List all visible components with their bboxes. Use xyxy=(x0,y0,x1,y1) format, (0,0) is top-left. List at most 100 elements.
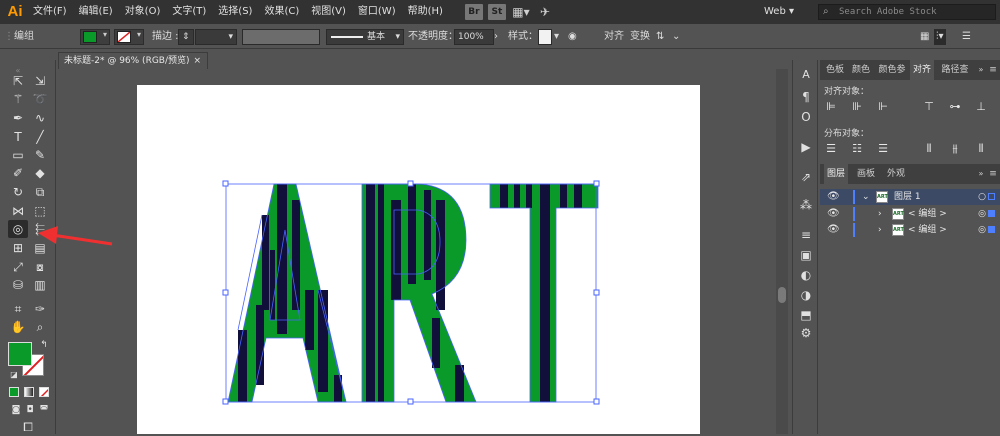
chevron-down-icon[interactable]: ⌄ xyxy=(862,189,870,205)
selection-indicator[interactable] xyxy=(988,193,995,200)
selection-indicator[interactable] xyxy=(988,226,995,233)
align-objects-label: 对齐对象： xyxy=(824,87,870,97)
stripe xyxy=(318,290,328,392)
layer-color-bar xyxy=(853,190,855,204)
stripe xyxy=(378,184,384,402)
art-lettering[interactable] xyxy=(227,183,599,403)
tab-color[interactable]: 颜色 xyxy=(850,60,872,80)
layer-row[interactable]: 👁 › ART < 编组 > ◎ xyxy=(820,206,1000,222)
stripe xyxy=(455,365,464,402)
gradient-panel-icon[interactable]: ▣ xyxy=(797,246,815,264)
stripe xyxy=(238,330,247,402)
target-icon[interactable]: ○ xyxy=(978,189,986,205)
layer-row[interactable]: 👁 › ART < 编组 > ◎ xyxy=(820,222,1000,238)
stripe xyxy=(292,200,300,310)
resize-handle[interactable] xyxy=(593,398,600,405)
selection-indicator[interactable] xyxy=(988,210,995,217)
tab-color-guide[interactable]: 颜色参 xyxy=(876,60,908,80)
tab-appearance[interactable]: 外观 xyxy=(884,164,908,184)
align-vcenter-icon[interactable]: ⊶ xyxy=(948,100,962,114)
distribute-hcenter-icon[interactable]: ⫵ xyxy=(948,142,962,156)
align-top-icon[interactable]: ⊤ xyxy=(922,100,936,114)
scrollbar-thumb[interactable] xyxy=(778,287,786,303)
tab-artboards[interactable]: 画板 xyxy=(854,164,878,184)
stripe xyxy=(391,200,401,300)
stripe xyxy=(262,215,269,310)
visibility-eye-icon[interactable]: 👁 xyxy=(827,206,840,222)
distribute-top-icon[interactable]: ☰ xyxy=(824,142,838,156)
tab-swatches[interactable]: 色板 xyxy=(824,60,846,80)
layer-name[interactable]: < 编组 > xyxy=(908,206,947,222)
appearance-panel-icon[interactable]: ◑ xyxy=(797,286,815,304)
stripe xyxy=(277,184,287,334)
layer-thumbnail: ART xyxy=(876,191,888,203)
panel-dock: A ¶ O ▶ ⇗ ⁂ ≡ ▣ ◐ ◑ ⬒ ⚙ xyxy=(792,60,818,434)
fill-color-front[interactable] xyxy=(8,342,32,366)
tab-pathfinder[interactable]: 路径查 xyxy=(938,60,972,80)
layers-panel: 图层 画板 外观 » ≡ 👁 ⌄ ART 图层 1 ○ 👁 › ART < 编组… xyxy=(820,164,1000,434)
stripe xyxy=(436,200,445,310)
panel-expand-icon[interactable]: » xyxy=(976,60,986,80)
chevron-right-icon[interactable]: › xyxy=(878,222,882,238)
visibility-eye-icon[interactable]: 👁 xyxy=(827,222,840,238)
tab-layers[interactable]: 图层 xyxy=(824,164,848,184)
stripe xyxy=(432,318,440,368)
resize-handle[interactable] xyxy=(407,180,414,187)
layer-row[interactable]: 👁 ⌄ ART 图层 1 ○ xyxy=(820,189,1000,205)
resize-handle[interactable] xyxy=(593,180,600,187)
stripe xyxy=(408,184,416,284)
align-left-icon[interactable]: ⊫ xyxy=(824,100,838,114)
distribute-bottom-icon[interactable]: ☰ xyxy=(876,142,890,156)
resize-handle[interactable] xyxy=(407,398,414,405)
paragraph-panel-icon[interactable]: ¶ xyxy=(797,88,815,106)
align-panel-tabs: 色板 颜色 颜色参 对齐 路径查 » ≡ xyxy=(820,60,1000,80)
panel-menu-icon[interactable]: ≡ xyxy=(988,60,998,80)
align-bottom-icon[interactable]: ⊥ xyxy=(974,100,988,114)
target-icon[interactable]: ◎ xyxy=(978,206,986,222)
vertical-scrollbar[interactable] xyxy=(776,69,788,434)
resize-handle[interactable] xyxy=(222,180,229,187)
distribute-objects-label: 分布对象： xyxy=(824,129,870,139)
panel-menu-icon[interactable]: ≡ xyxy=(988,164,998,184)
opentype-panel-icon[interactable]: O xyxy=(797,108,815,126)
layer-name[interactable]: 图层 1 xyxy=(894,189,921,205)
actions-play-icon[interactable]: ▶ xyxy=(797,138,815,156)
layer-thumbnail: ART xyxy=(892,224,904,236)
stripe xyxy=(256,305,264,385)
stripe xyxy=(424,190,431,280)
target-icon[interactable]: ◎ xyxy=(978,222,986,238)
stripe xyxy=(305,290,314,350)
distribute-left-icon[interactable]: ⫴ xyxy=(922,142,936,156)
chevron-right-icon[interactable]: › xyxy=(878,206,882,222)
settings-gear-icon[interactable]: ⚙ xyxy=(797,324,815,342)
stripe xyxy=(540,184,550,402)
graphic-styles-panel-icon[interactable]: ⬒ xyxy=(797,306,815,324)
stroke-panel-icon[interactable]: ≡ xyxy=(797,226,815,244)
align-right-icon[interactable]: ⊩ xyxy=(876,100,890,114)
stripe xyxy=(514,184,520,208)
tab-align[interactable]: 对齐 xyxy=(910,60,934,80)
stripe xyxy=(526,184,532,208)
stripe xyxy=(366,184,375,402)
layer-name[interactable]: < 编组 > xyxy=(908,222,947,238)
annotation-arrow xyxy=(38,226,113,246)
visibility-eye-icon[interactable]: 👁 xyxy=(827,189,840,205)
export-panel-icon[interactable]: ⇗ xyxy=(797,168,815,186)
align-hcenter-icon[interactable]: ⊪ xyxy=(850,100,864,114)
resize-handle[interactable] xyxy=(222,289,229,296)
align-panel: 色板 颜色 颜色参 对齐 路径查 » ≡ 对齐对象： ⊫ ⊪ ⊩ ⊤ ⊶ ⊥ 分… xyxy=(820,60,1000,162)
symbols-panel-icon[interactable]: ⁂ xyxy=(797,196,815,214)
resize-handle[interactable] xyxy=(222,398,229,405)
panel-expand-icon[interactable]: » xyxy=(976,164,986,184)
resize-handle[interactable] xyxy=(593,289,600,296)
stripe xyxy=(560,184,567,208)
layer-thumbnail: ART xyxy=(892,208,904,220)
layer-color-bar xyxy=(853,223,855,237)
distribute-vcenter-icon[interactable]: ☷ xyxy=(850,142,864,156)
distribute-right-icon[interactable]: ⫴ xyxy=(974,142,988,156)
transparency-panel-icon[interactable]: ◐ xyxy=(797,266,815,284)
character-panel-icon[interactable]: A xyxy=(797,66,815,84)
layer-color-bar xyxy=(853,207,855,221)
stripe xyxy=(500,184,508,208)
stripe xyxy=(574,184,582,208)
